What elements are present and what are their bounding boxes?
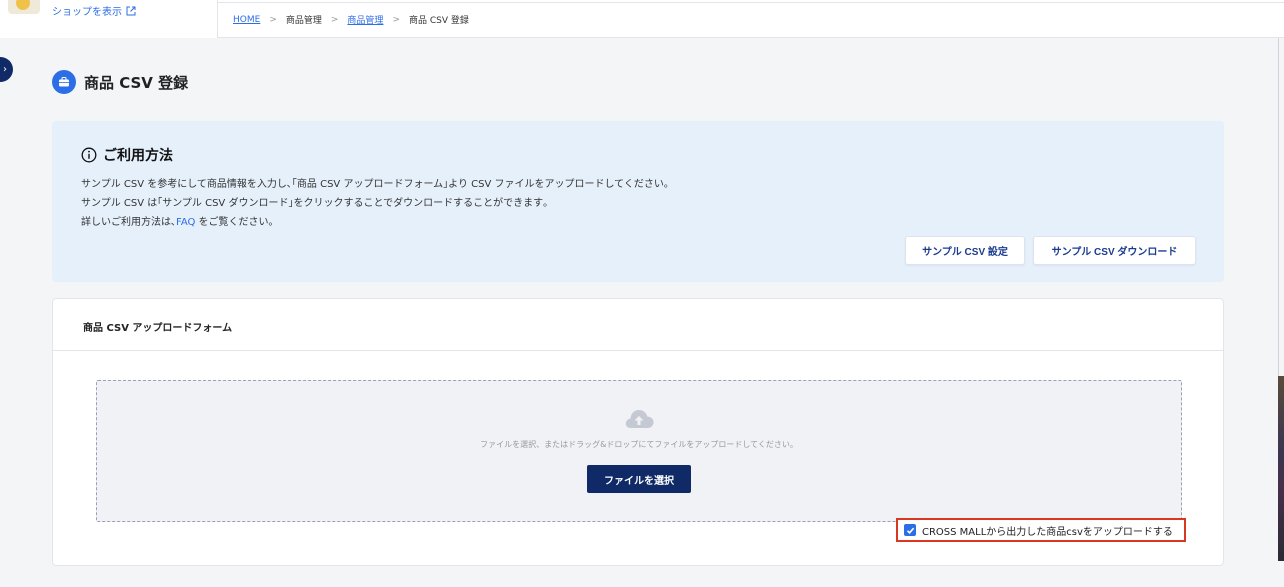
usage-line-3-pre: 詳しいご利用方法は､ xyxy=(81,217,176,228)
cloud-upload-icon xyxy=(625,410,654,428)
sidebar-toggle-button[interactable]: › xyxy=(0,57,13,82)
usage-info-panel: ご利用方法 サンプル CSV を参考にして商品情報を入力し､｢商品 CSV アッ… xyxy=(52,121,1224,282)
info-icon xyxy=(81,147,97,163)
breadcrumb-separator: > xyxy=(269,14,277,25)
csv-upload-form-card: 商品 CSV アップロードフォーム ファイルを選択、またはドラッグ&ドロップにて… xyxy=(52,298,1224,566)
breadcrumb-separator: > xyxy=(330,14,339,25)
usage-heading-text: ご利用方法 xyxy=(103,148,173,164)
window-edge-divider xyxy=(1278,38,1279,376)
breadcrumb-separator: > xyxy=(392,14,400,25)
breadcrumb: HOME > 商品管理 > 商品管理 > 商品 CSV 登録 xyxy=(233,13,469,27)
briefcase-icon xyxy=(52,70,76,94)
usage-line-2: サンプル CSV は｢サンプル CSV ダウンロード｣をクリックすることでダウン… xyxy=(81,198,549,209)
view-shop-link[interactable]: ショップを表示 xyxy=(52,3,136,18)
faq-link[interactable]: FAQ xyxy=(176,217,195,228)
file-dropzone[interactable]: ファイルを選択、またはドラッグ&ドロップにてファイルをアップロードしてください。… xyxy=(96,380,1182,522)
breadcrumb-current: 商品 CSV 登録 xyxy=(408,16,469,26)
page-title-text: 商品 CSV 登録 xyxy=(84,73,189,92)
select-file-button[interactable]: ファイルを選択 xyxy=(587,465,691,493)
sample-csv-download-button[interactable]: サンプル CSV ダウンロード xyxy=(1033,236,1196,265)
crossmall-label: CROSS MALLから出力した商品csvをアップロードする xyxy=(922,526,1173,538)
shop-logo xyxy=(8,0,40,14)
external-link-icon xyxy=(126,6,136,15)
dropzone-instructions: ファイルを選択、またはドラッグ&ドロップにてファイルをアップロードしてください。 xyxy=(480,440,798,449)
page-title: 商品 CSV 登録 xyxy=(52,70,188,94)
usage-line-3-post: をご覧ください｡ xyxy=(195,217,274,228)
view-shop-label: ショップを表示 xyxy=(52,7,122,18)
shop-block: ショップを表示 xyxy=(0,0,218,38)
breadcrumb-product-admin-link[interactable]: 商品管理 xyxy=(347,13,383,26)
usage-line-3: 詳しいご利用方法は､FAQ をご覧ください｡ xyxy=(81,213,669,232)
card-title: 商品 CSV アップロードフォーム xyxy=(83,323,233,334)
sample-csv-settings-button[interactable]: サンプル CSV 設定 xyxy=(905,236,1025,265)
chevron-right-icon: › xyxy=(3,64,7,75)
usage-line-1: サンプル CSV を参考にして商品情報を入力し､｢商品 CSV アップロードフォ… xyxy=(81,179,669,190)
breadcrumb-home[interactable]: HOME xyxy=(233,15,260,25)
window-edge-strip xyxy=(1278,376,1284,561)
top-divider xyxy=(218,2,1284,3)
card-header: 商品 CSV アップロードフォーム xyxy=(53,299,1223,351)
usage-description: サンプル CSV を参考にして商品情報を入力し､｢商品 CSV アップロードフォ… xyxy=(81,175,669,232)
crossmall-checkbox[interactable] xyxy=(904,524,916,536)
top-bar: ショップを表示 HOME > 商品管理 > 商品管理 > 商品 CSV 登録 xyxy=(0,0,1284,38)
usage-heading: ご利用方法 xyxy=(81,145,173,165)
breadcrumb-product-admin: 商品管理 xyxy=(285,16,322,26)
check-icon xyxy=(906,527,914,534)
crossmall-upload-option[interactable]: CROSS MALLから出力した商品csvをアップロードする xyxy=(896,518,1186,542)
